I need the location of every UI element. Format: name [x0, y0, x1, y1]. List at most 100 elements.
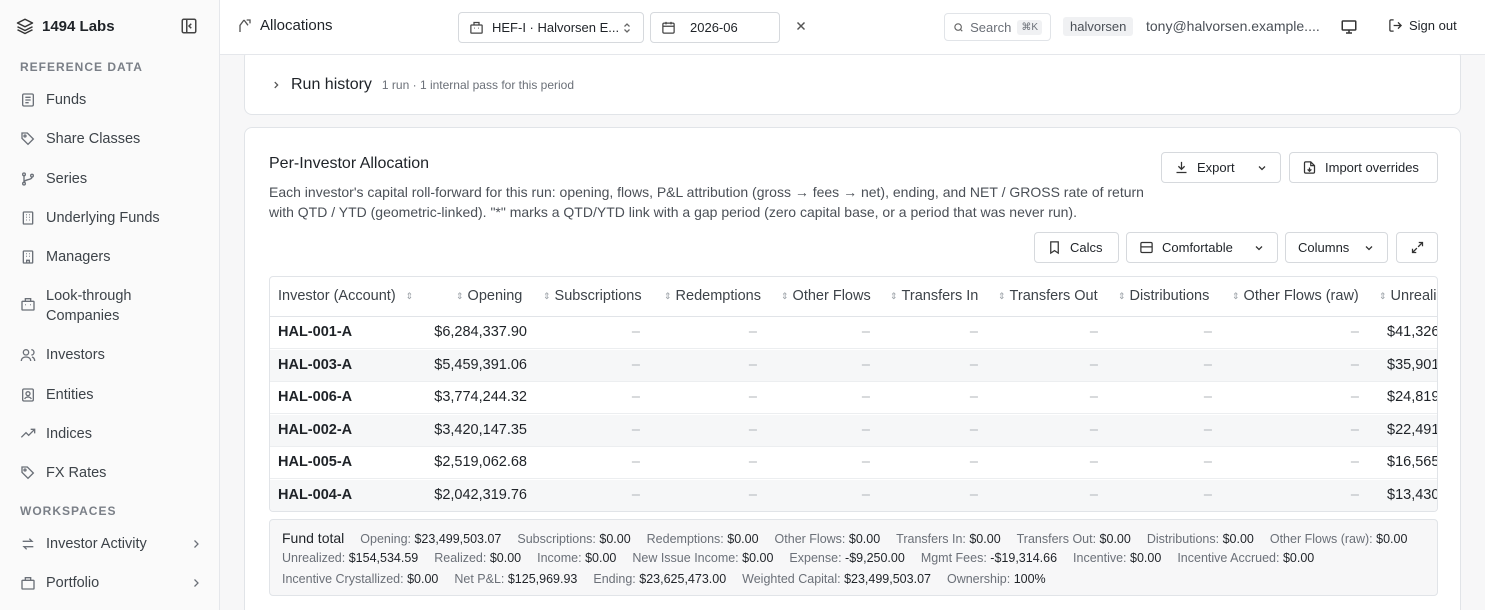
- sign-out-icon: [1389, 19, 1403, 32]
- fund-total-key: Transfers In:: [896, 532, 966, 546]
- empty-cell: –: [631, 421, 640, 438]
- sidebar-toggle-icon[interactable]: [180, 17, 198, 35]
- export-button[interactable]: Export: [1161, 152, 1281, 183]
- unrealized-cell: $24,819: [1387, 389, 1438, 405]
- sidebar-item-fx-rates[interactable]: FX Rates: [10, 463, 210, 483]
- table-row[interactable]: HAL-001-A $6,284,337.90 – – – – – – – $41,326: [270, 317, 1438, 349]
- sidebar-item-share-classes[interactable]: Share Classes: [10, 129, 210, 149]
- table-row[interactable]: HAL-004-A $2,042,319.76 – – – – – – – $13,430: [270, 479, 1437, 511]
- table-row[interactable]: HAL-003-A $5,459,391.06 – – – – – – – $35,901: [270, 349, 1437, 382]
- columns-button[interactable]: Columns: [1285, 232, 1388, 263]
- building-icon: [21, 298, 35, 311]
- sidebar-item-entities[interactable]: Entities: [10, 385, 210, 405]
- fund-total-item: Distributions: $0.00: [1147, 532, 1254, 546]
- sort-icon: ⇕: [543, 290, 551, 301]
- fund-total-value: $0.00: [1099, 532, 1131, 546]
- building-icon: [22, 250, 34, 264]
- main-content: Run history 1 run · 1 internal pass for …: [220, 55, 1485, 610]
- fund-total-value: $0.00: [1376, 532, 1408, 546]
- sidebar-item-series[interactable]: Series: [10, 169, 210, 189]
- fund-total-key: Incentive:: [1073, 551, 1127, 565]
- empty-cell: –: [1350, 486, 1359, 503]
- column-header[interactable]: Investor (Account) ⇕: [278, 288, 413, 304]
- sidebar-item-managers[interactable]: Managers: [10, 247, 210, 267]
- fund-total-line: Incentive Crystallized: $0.00 Net P&L: $1…: [282, 572, 1425, 593]
- empty-cell: –: [861, 324, 870, 340]
- fund-total-line: Unrealized: $154,534.59 Realized: $0.00 In…: [282, 551, 1425, 572]
- empty-cell: –: [631, 356, 640, 373]
- empty-cell: –: [1203, 389, 1212, 405]
- sidebar-item-indices[interactable]: Indices: [10, 424, 210, 444]
- sidebar-item-look-through-companies[interactable]: Look-through Companies: [10, 286, 210, 328]
- empty-cell: –: [969, 421, 978, 438]
- fund-total-key: Opening:: [360, 532, 411, 546]
- empty-cell: –: [969, 389, 978, 405]
- fund-total-item: New Issue Income: $0.00: [632, 551, 773, 565]
- column-header[interactable]: ⇕ Subscriptions: [543, 288, 642, 304]
- sidebar-item-funds[interactable]: Funds: [10, 90, 210, 110]
- column-header[interactable]: ⇕ Distributions: [1118, 288, 1209, 304]
- fund-total-value: $0.00: [585, 551, 617, 565]
- unrealized-cell: $41,326: [1387, 324, 1438, 340]
- table-row[interactable]: HAL-006-A $3,774,244.32 – – – – – – – $24,819: [270, 382, 1438, 414]
- empty-cell: –: [748, 421, 757, 438]
- account-cell[interactable]: HAL-004-A: [278, 487, 352, 503]
- chevron-right-icon: [194, 579, 199, 587]
- sidebar-item-label: Investors: [46, 347, 105, 363]
- column-header[interactable]: ⇕ Unreali: [1379, 288, 1436, 304]
- sort-icon: ⇕: [781, 290, 789, 301]
- fund-total-item: Expense: -$9,250.00: [789, 551, 904, 565]
- run-history-toggle[interactable]: Run history 1 run · 1 internal pass for …: [271, 76, 574, 94]
- empty-cell: –: [1089, 454, 1098, 470]
- fund-total-item: Weighted Capital: $23,499,503.07: [742, 572, 931, 586]
- density-button[interactable]: Comfortable: [1126, 232, 1278, 263]
- calcs-button[interactable]: Calcs: [1034, 232, 1119, 263]
- column-header[interactable]: ⇕ Opening: [456, 288, 522, 304]
- page-title-text: Allocations: [260, 17, 333, 34]
- fund-total-key: Expense:: [789, 551, 842, 565]
- table-row[interactable]: HAL-002-A $3,420,147.35 – – – – – – – $22,491: [270, 414, 1437, 447]
- column-header[interactable]: ⇕ Other Flows: [781, 288, 871, 304]
- fund-select[interactable]: HEF-I · Halvorsen E...: [458, 12, 644, 43]
- account-cell[interactable]: HAL-005-A: [278, 454, 352, 470]
- table-row[interactable]: HAL-005-A $2,519,062.68 – – – – – – – $16,565: [270, 447, 1437, 479]
- empty-cell: –: [1089, 324, 1098, 340]
- column-header[interactable]: ⇕ Other Flows (raw): [1232, 288, 1359, 304]
- search-input[interactable]: Search ⌘K: [944, 13, 1051, 41]
- sidebar-item-investors[interactable]: Investors: [10, 345, 210, 365]
- brand[interactable]: 1494 Labs: [16, 14, 115, 38]
- layers-icon: [16, 18, 34, 35]
- sidebar-item-portfolio[interactable]: Portfolio: [10, 573, 210, 593]
- account-cell[interactable]: HAL-006-A: [278, 389, 352, 405]
- close-icon[interactable]: [794, 19, 808, 33]
- fund-total-value: $154,534.59: [348, 551, 419, 565]
- period-picker[interactable]: 2026-06: [650, 12, 780, 43]
- sign-out-button[interactable]: Sign out: [1388, 18, 1457, 33]
- column-header[interactable]: ⇕ Transfers In: [890, 288, 978, 304]
- account-cell[interactable]: HAL-002-A: [278, 422, 352, 438]
- page-title: Allocations: [236, 17, 333, 34]
- user-tag: halvorsen: [1063, 17, 1134, 36]
- calcs-label: Calcs: [1070, 240, 1103, 255]
- run-history-card: Run history 1 run · 1 internal pass for …: [244, 55, 1461, 115]
- badge-icon: [22, 388, 34, 402]
- monitor-icon[interactable]: [1340, 18, 1358, 36]
- workspaces-label: WORKSPACES: [20, 504, 117, 518]
- column-header-label: Other Flows: [792, 288, 871, 304]
- fund-total-item: Incentive Crystallized: $0.00: [282, 572, 438, 586]
- sidebar-item-investor-activity[interactable]: Investor Activity: [10, 534, 210, 554]
- import-overrides-button[interactable]: Import overrides: [1289, 152, 1438, 183]
- fullscreen-button[interactable]: [1396, 232, 1438, 263]
- empty-cell: –: [748, 486, 757, 503]
- column-header[interactable]: ⇕ Transfers Out: [998, 288, 1098, 304]
- column-header[interactable]: ⇕ Redemptions: [664, 288, 761, 304]
- fund-total-value: -$19,314.66: [990, 551, 1058, 565]
- account-cell[interactable]: HAL-001-A: [278, 324, 352, 340]
- empty-cell: –: [861, 421, 870, 438]
- period-value: 2026-06: [690, 20, 738, 35]
- sidebar-item-underlying-funds[interactable]: Underlying Funds: [10, 208, 210, 228]
- empty-cell: –: [861, 454, 870, 470]
- account-cell[interactable]: HAL-003-A: [278, 357, 352, 373]
- column-header-label: Unreali: [1390, 288, 1437, 304]
- fund-total-value: $0.00: [1130, 551, 1162, 565]
